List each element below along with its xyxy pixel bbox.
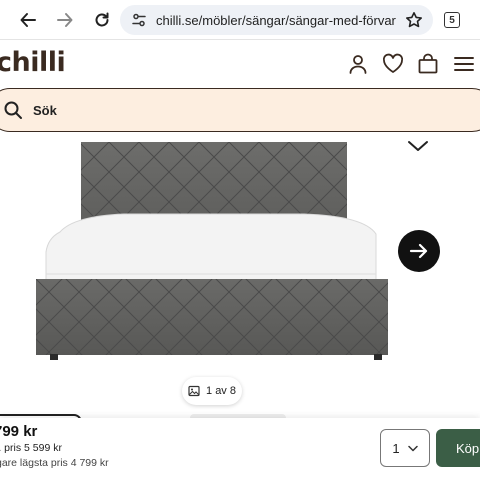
bookmark-button[interactable] [402,8,426,32]
site-logo[interactable]: chilli [0,48,66,78]
wishlist-button[interactable] [381,52,405,76]
account-button[interactable] [346,52,370,76]
lowest-price-note: gare lägsta pris 4 799 kr [0,457,109,469]
image-counter: 1 av 8 [182,377,242,405]
quantity-value: 1 [392,440,400,456]
search-placeholder: Sök [33,102,57,118]
star-icon [406,12,422,28]
arrow-left-icon [20,13,36,27]
back-button[interactable] [16,8,40,32]
tab-switcher-button[interactable]: 5 [440,8,464,32]
buy-button[interactable]: Köp [436,429,480,467]
chevron-down-icon[interactable] [407,138,429,154]
address-bar[interactable]: chilli.se/möbler/sängar/sängar-med-förva… [120,5,433,35]
search-icon [3,100,23,120]
site-settings-icon[interactable] [130,11,148,29]
chevron-down-icon [407,445,418,451]
search-input[interactable]: Sök [0,88,480,132]
original-price: l. pris 5 599 kr [0,442,62,454]
browser-toolbar: chilli.se/möbler/sängar/sängar-med-förva… [0,0,480,40]
user-icon [349,55,367,74]
reload-button[interactable] [90,8,114,32]
shopping-bag-icon [418,53,438,74]
current-price: 799 kr [0,423,38,440]
url-text[interactable]: chilli.se/möbler/sängar/sängar-med-förva… [156,13,433,28]
site-header [0,40,480,86]
image-icon [188,385,200,397]
product-image[interactable] [34,142,390,362]
hamburger-menu-icon [454,57,474,71]
image-counter-text: 1 av 8 [206,385,236,397]
forward-button[interactable] [53,8,77,32]
arrow-right-icon [57,13,73,27]
quantity-select[interactable]: 1 [380,429,430,467]
heart-icon [382,53,404,73]
next-image-button[interactable] [398,230,440,272]
cart-button[interactable] [416,52,440,76]
arrow-right-icon [409,243,428,259]
tab-count: 5 [444,12,460,28]
reload-icon [95,12,109,27]
menu-button[interactable] [452,52,476,76]
page: chilli.se/möbler/sängar/sängar-med-förva… [0,0,480,480]
